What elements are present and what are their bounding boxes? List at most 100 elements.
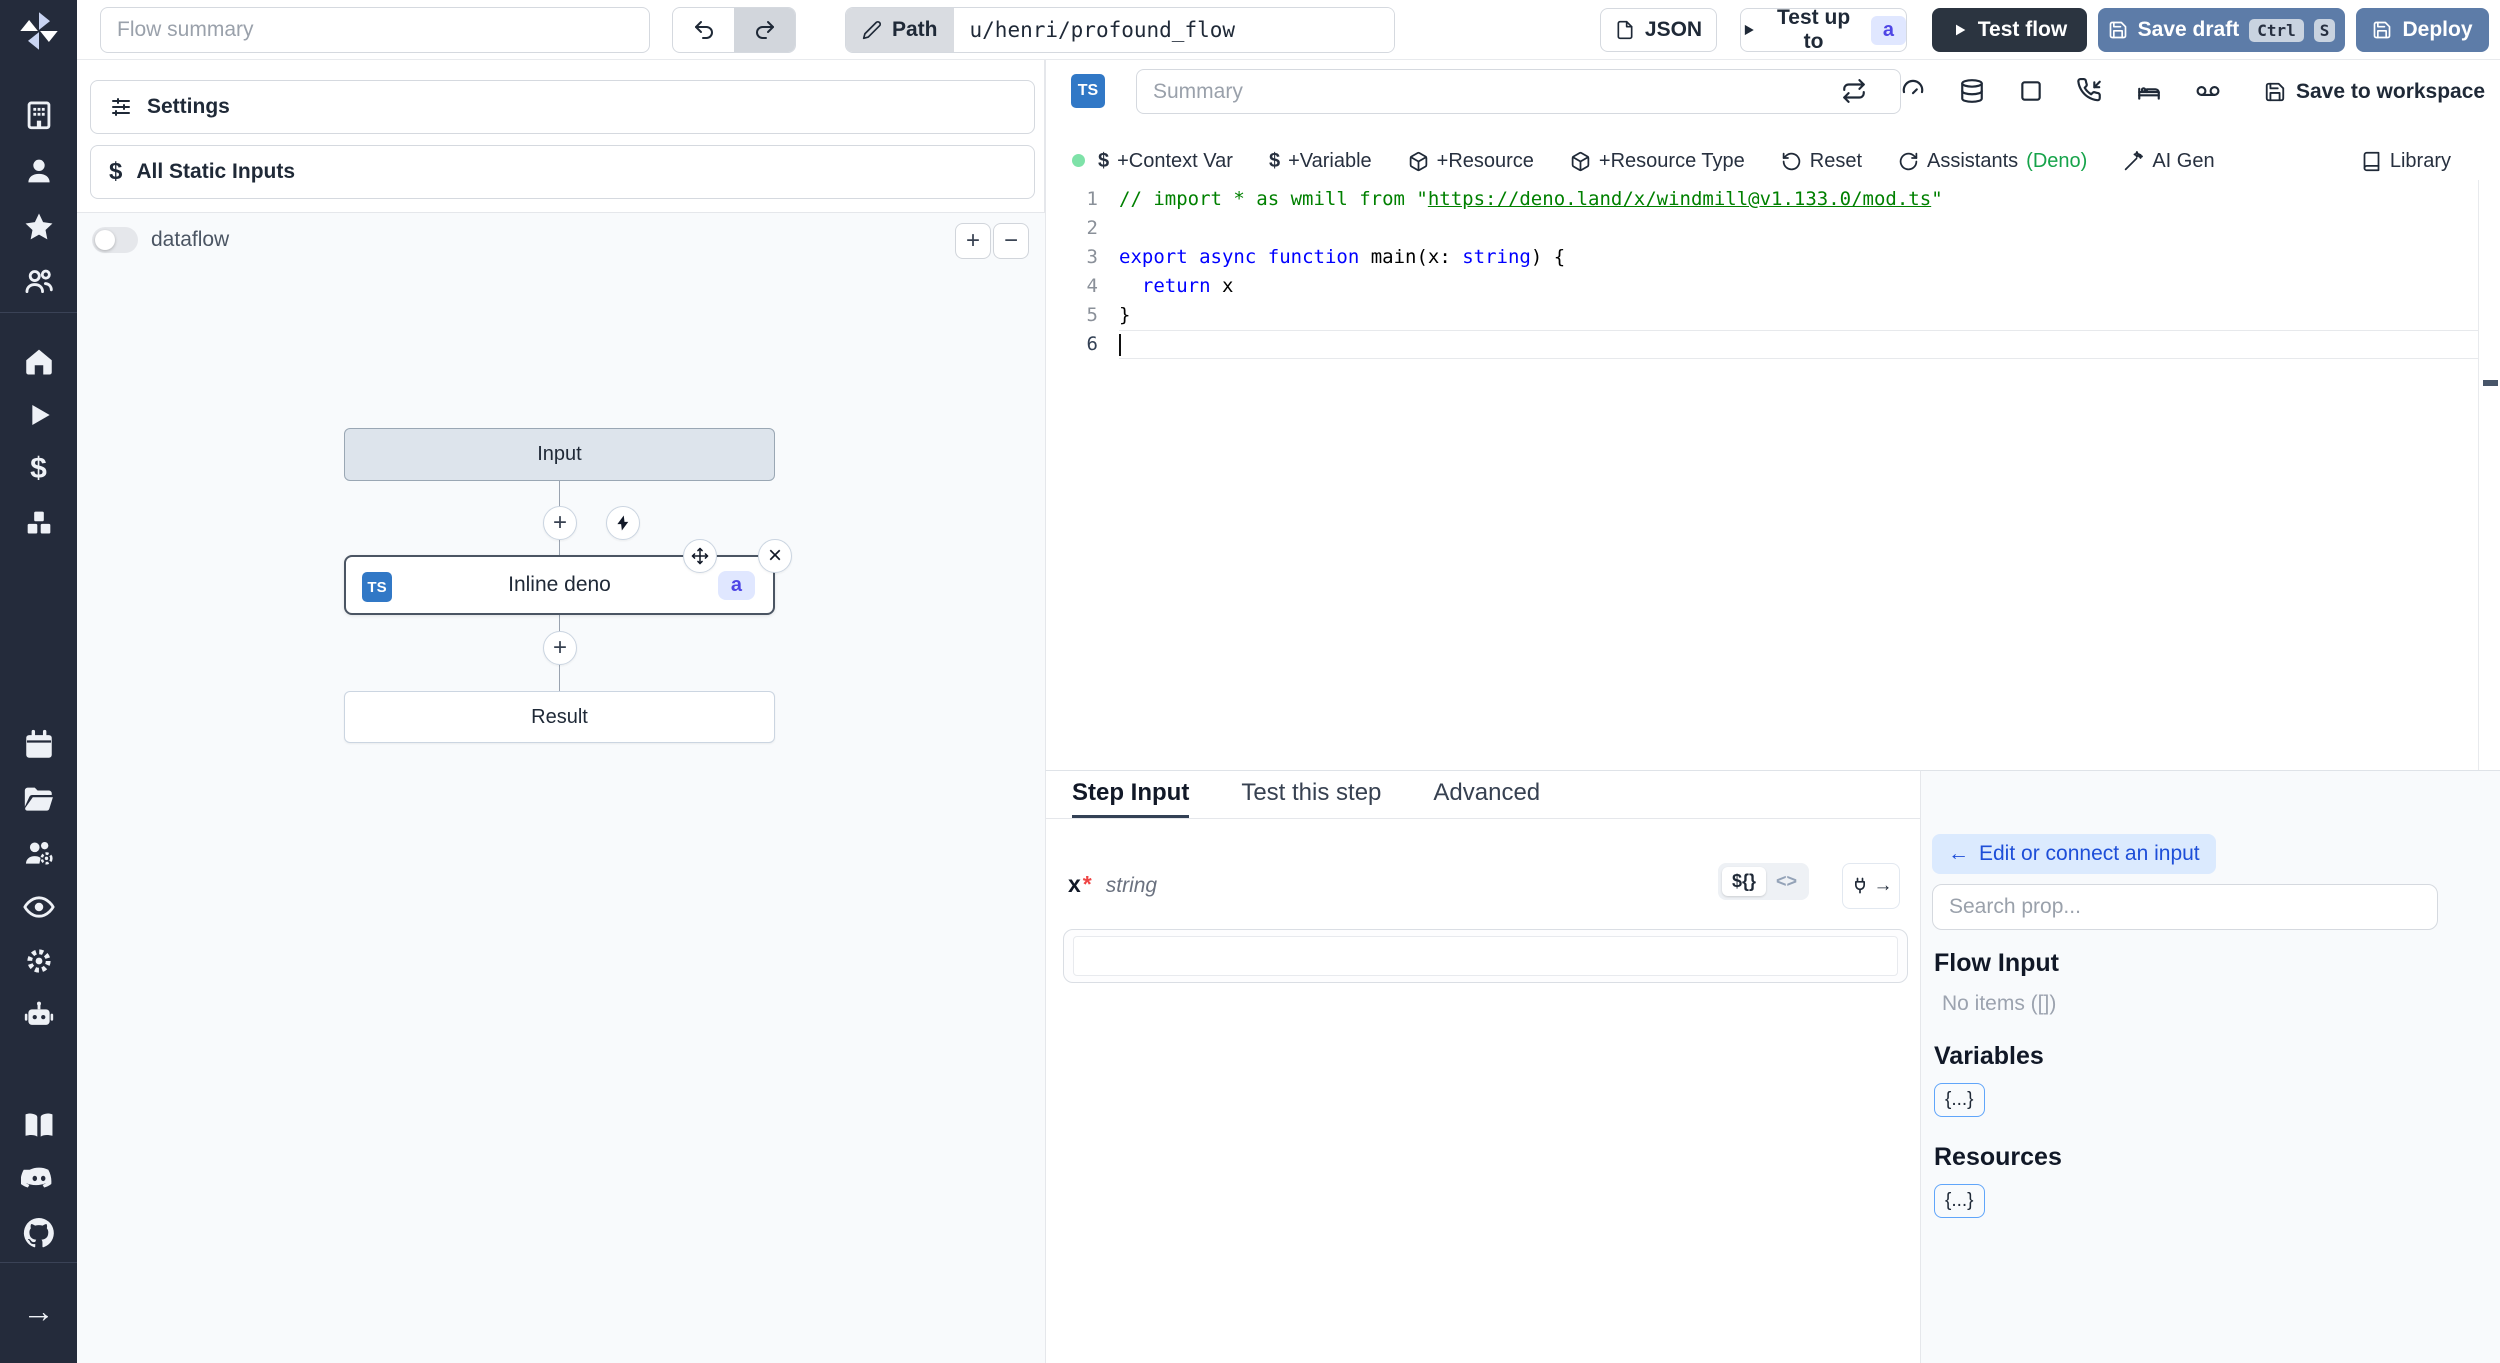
add-variable-button[interactable]: $ +Variable: [1269, 150, 1372, 173]
add-resource-button[interactable]: +Resource: [1408, 150, 1534, 173]
sidebar-item-audit-logs[interactable]: [0, 884, 77, 930]
code-line[interactable]: [1119, 214, 2479, 243]
deploy-button[interactable]: Deploy: [2356, 8, 2489, 52]
delete-step-button[interactable]: ×: [758, 539, 792, 573]
sidebar-item-workers[interactable]: [0, 830, 77, 876]
insert-step-button[interactable]: +: [543, 506, 577, 540]
reset-button[interactable]: Reset: [1781, 150, 1862, 173]
step-summary-input[interactable]: [1136, 69, 1901, 114]
user-icon: [27, 159, 50, 183]
sidebar-item-schedules[interactable]: [0, 722, 77, 768]
phone-incoming-icon[interactable]: [2077, 78, 2103, 104]
all-static-inputs-button[interactable]: $ All Static Inputs: [90, 145, 1035, 199]
test-flow-button[interactable]: Test flow: [1932, 8, 2087, 52]
json-button[interactable]: JSON: [1600, 8, 1717, 52]
users-gear-icon: [25, 841, 53, 865]
library-button[interactable]: Library: [2361, 150, 2479, 173]
move-icon: [691, 547, 709, 565]
json-mode-button[interactable]: ${}: [1722, 867, 1767, 896]
save-icon: [2265, 82, 2285, 102]
sidebar-item-variables[interactable]: $: [0, 446, 77, 492]
node-input[interactable]: Input: [344, 428, 775, 481]
flow-settings-button[interactable]: Settings: [90, 80, 1035, 134]
book-open-icon: [25, 1113, 52, 1137]
zoom-in-button[interactable]: +: [955, 223, 991, 259]
connect-section-chip[interactable]: {...}: [1934, 1083, 1985, 1117]
connect-section-chip[interactable]: {...}: [1934, 1184, 1985, 1218]
sidebar-item-github[interactable]: [0, 1210, 77, 1256]
sidebar-item-settings[interactable]: [0, 938, 77, 984]
sidebar-expand-button[interactable]: →: [0, 1288, 77, 1334]
sidebar-item-workspace[interactable]: [0, 92, 77, 138]
search-prop-input[interactable]: [1932, 884, 2438, 930]
connect-input-button[interactable]: →: [1842, 863, 1900, 909]
tab-test-this-step[interactable]: Test this step: [1241, 771, 1381, 818]
sidebar-item-groups[interactable]: [0, 258, 77, 304]
repeat-icon[interactable]: [1841, 78, 1867, 104]
code-line[interactable]: export async function main(x: string) {: [1119, 243, 2479, 272]
gauge-icon[interactable]: [1900, 78, 1926, 104]
save-draft-button[interactable]: Save draft Ctrl S: [2098, 8, 2345, 52]
test-up-to-button[interactable]: Test up to a: [1740, 6, 1907, 53]
discord-icon: [20, 1167, 51, 1188]
plus-icon: +: [552, 509, 567, 536]
code-line[interactable]: [1119, 330, 2479, 359]
tab-step-input[interactable]: Step Input: [1072, 771, 1190, 818]
ai-gen-label: AI Gen: [2152, 149, 2215, 172]
add-resource-type-button[interactable]: +Resource Type: [1570, 150, 1745, 173]
redo-button[interactable]: [734, 8, 795, 52]
code-lines: // import * as wmill from "https://deno.…: [1119, 185, 2479, 359]
save-icon: [2374, 21, 2391, 39]
windmill-logo-icon: [19, 12, 58, 50]
home-icon: [25, 349, 52, 375]
tab-advanced[interactable]: Advanced: [1433, 771, 1540, 818]
connect-section-title: Variables: [1934, 1042, 2044, 1070]
node-result[interactable]: Result: [344, 691, 775, 743]
path-input[interactable]: [953, 8, 1394, 52]
code-editor[interactable]: 1 2 3 4 5 6 // import * as wmill from "https:…: [1046, 180, 2479, 770]
arg-value-editor[interactable]: [1063, 929, 1908, 983]
arg-value-input[interactable]: [1073, 936, 1898, 976]
sidebar-item-favorites[interactable]: [0, 204, 77, 250]
step-panel-tabs: Step Input Test this step Advanced: [1046, 771, 1921, 819]
move-step-button[interactable]: [683, 539, 717, 573]
add-context-var-button[interactable]: $ +Context Var: [1098, 150, 1233, 173]
flow-graph: dataflow + − Input + TS Inline deno a × …: [77, 212, 1045, 1363]
insert-step-button[interactable]: +: [543, 631, 577, 665]
zoom-out-button[interactable]: −: [993, 223, 1029, 259]
sidebar-item-discord[interactable]: [0, 1156, 77, 1202]
building-icon: [27, 101, 50, 130]
sidebar-item-resources[interactable]: [0, 500, 77, 546]
sidebar-item-user[interactable]: [0, 148, 77, 194]
square-icon[interactable]: [2018, 78, 2044, 104]
dollar-icon: $: [1098, 149, 1110, 172]
database-icon[interactable]: [1959, 78, 1985, 104]
voicemail-icon[interactable]: [2195, 78, 2221, 104]
code-mode-button[interactable]: <>: [1768, 867, 1805, 896]
path-edit-button[interactable]: Path: [846, 8, 954, 52]
plus-icon: +: [552, 634, 567, 661]
save-to-workspace-button[interactable]: Save to workspace: [2264, 80, 2485, 104]
undo-button[interactable]: [673, 8, 734, 52]
close-icon: ×: [767, 542, 782, 569]
sidebar-item-home[interactable]: [0, 338, 77, 384]
arrow-right-icon: →: [22, 1292, 55, 1329]
code-line[interactable]: // import * as wmill from "https://deno.…: [1119, 185, 2479, 214]
sidebar-item-folders[interactable]: [0, 776, 77, 822]
sidebar-item-runs[interactable]: [0, 392, 77, 438]
bed-icon[interactable]: [2136, 78, 2162, 104]
sidebar-item-docs[interactable]: [0, 1102, 77, 1148]
flow-summary-input[interactable]: [100, 7, 650, 53]
windmill-logo[interactable]: [0, 8, 77, 54]
edit-or-connect-button[interactable]: ← Edit or connect an input: [1932, 834, 2216, 874]
sidebar-item-ai[interactable]: [0, 992, 77, 1038]
ai-gen-button[interactable]: AI Gen: [2123, 149, 2215, 173]
assistants-button[interactable]: Assistants (Deno): [1898, 150, 2087, 173]
dataflow-toggle[interactable]: [92, 227, 138, 253]
code-line[interactable]: }: [1119, 301, 2479, 330]
trigger-button[interactable]: [606, 506, 640, 540]
resize-handle[interactable]: [2483, 380, 2498, 386]
eye-icon: [22, 896, 55, 918]
code-line[interactable]: return x: [1119, 272, 2479, 301]
step-panel: Step Input Test this step Advanced x * st…: [1045, 770, 1921, 1363]
